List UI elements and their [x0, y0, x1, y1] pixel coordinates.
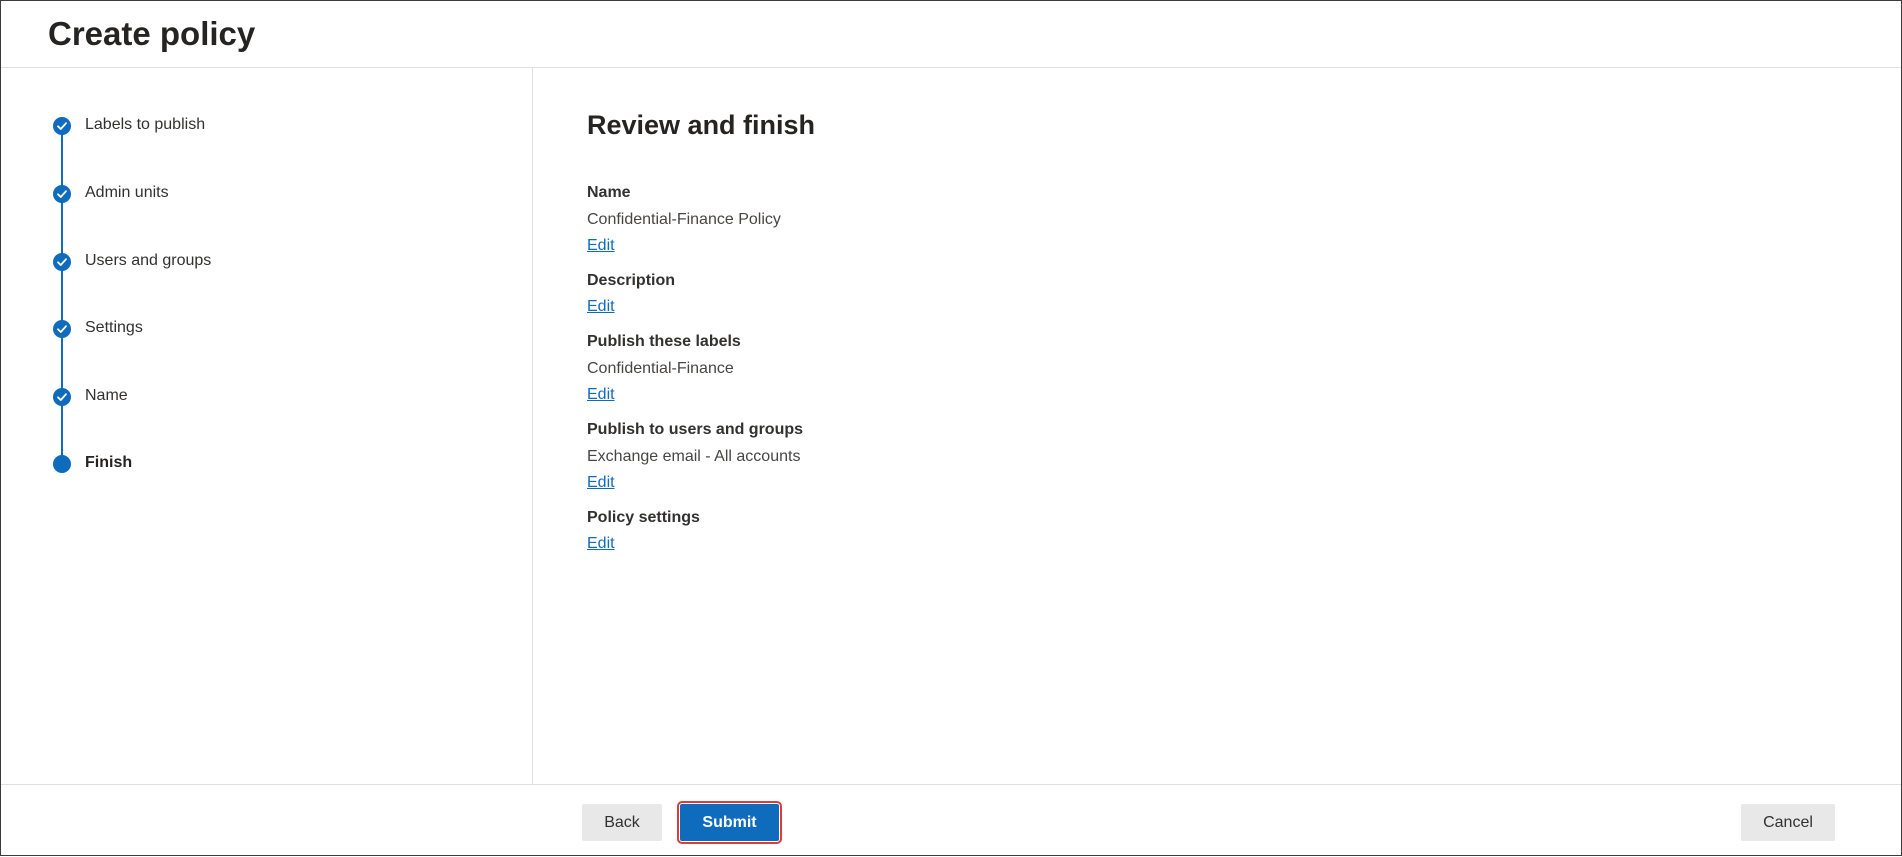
step-users-and-groups[interactable]: Users and groups — [53, 251, 453, 273]
review-field-name: Name Confidential-Finance Policy Edit — [587, 182, 1287, 257]
wizard-steps: Labels to publish Admin units Users and … — [1, 68, 533, 784]
cancel-button[interactable]: Cancel — [1741, 804, 1835, 841]
step-label: Admin units — [85, 184, 169, 201]
edit-policy-settings-link[interactable]: Edit — [587, 533, 615, 555]
checkmark-icon — [53, 320, 71, 338]
create-policy-window: Create policy Labels to publish Admin un… — [0, 0, 1902, 856]
submit-button[interactable]: Submit — [677, 801, 782, 844]
review-field-description: Description Edit — [587, 270, 1287, 318]
review-field-labels: Publish these labels Confidential-Financ… — [587, 331, 1287, 406]
edit-users-groups-link[interactable]: Edit — [587, 472, 615, 494]
step-finish: Finish — [53, 453, 453, 475]
step-name[interactable]: Name — [53, 386, 453, 408]
field-title: Description — [587, 272, 676, 289]
field-value: Confidential-Finance — [587, 360, 734, 377]
back-button[interactable]: Back — [582, 804, 662, 841]
step-label: Labels to publish — [85, 116, 206, 133]
edit-description-link[interactable]: Edit — [587, 296, 615, 318]
field-title: Publish these labels — [587, 333, 741, 350]
checkmark-icon — [53, 185, 71, 203]
step-admin-units[interactable]: Admin units — [53, 183, 453, 205]
review-panel: Review and finish Name Confidential-Fina… — [534, 68, 1901, 784]
review-summary: Name Confidential-Finance Policy Edit De… — [587, 182, 1287, 568]
step-labels-to-publish[interactable]: Labels to publish — [53, 115, 453, 137]
current-step-dot-icon — [53, 455, 71, 473]
checkmark-icon — [53, 253, 71, 271]
checkmark-icon — [53, 388, 71, 406]
step-label: Finish — [85, 454, 133, 471]
field-value: Confidential-Finance Policy — [587, 211, 781, 228]
field-title: Name — [587, 184, 631, 201]
field-value: Exchange email - All accounts — [587, 448, 801, 465]
step-label: Name — [85, 387, 128, 404]
wizard-footer: Back Submit Cancel — [1, 784, 1901, 857]
step-settings[interactable]: Settings — [53, 318, 453, 340]
step-label: Users and groups — [85, 252, 212, 269]
checkmark-icon — [53, 117, 71, 135]
review-field-policy-settings: Policy settings Edit — [587, 507, 1287, 555]
review-field-users-groups: Publish to users and groups Exchange ema… — [587, 419, 1287, 494]
field-title: Publish to users and groups — [587, 421, 804, 438]
edit-name-link[interactable]: Edit — [587, 235, 615, 257]
step-label: Settings — [85, 319, 143, 336]
page-header: Create policy — [1, 1, 1901, 68]
edit-labels-link[interactable]: Edit — [587, 384, 615, 406]
field-title: Policy settings — [587, 509, 700, 526]
section-title: Review and finish — [587, 110, 816, 140]
page-title: Create policy — [48, 15, 256, 52]
